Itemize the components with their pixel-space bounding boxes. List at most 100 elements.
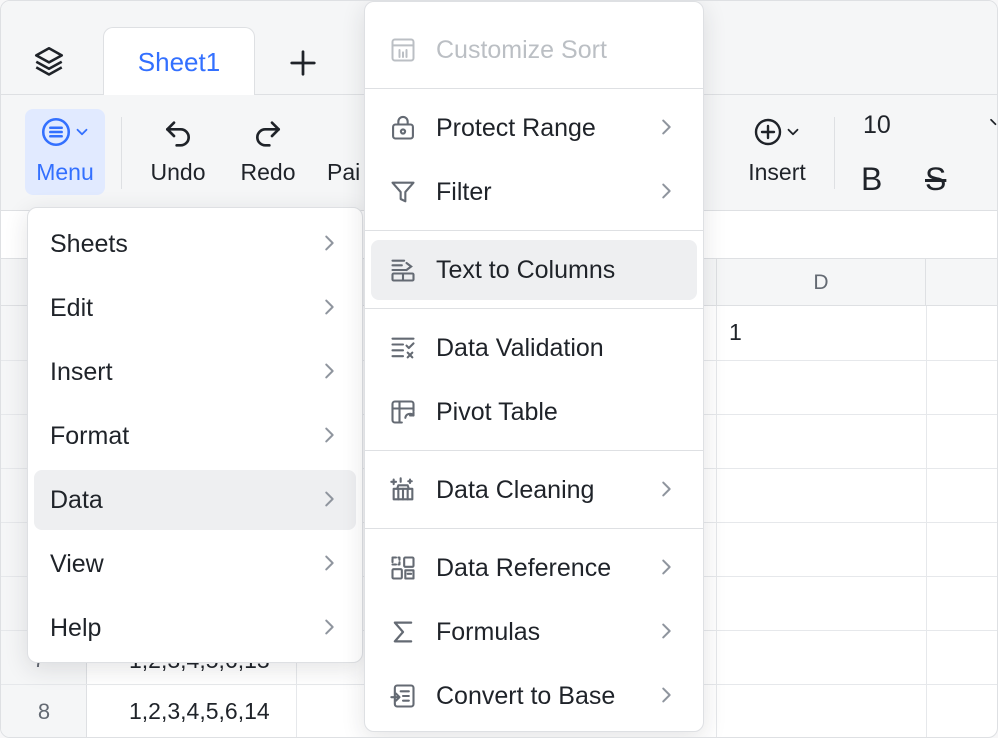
menu-item-label: Edit <box>50 293 94 322</box>
grid-col-line <box>716 306 717 737</box>
submenu-item-label: Formulas <box>436 617 541 646</box>
cell-d1[interactable]: 1 <box>729 319 742 346</box>
chevron-right-icon <box>325 555 334 571</box>
submenu-item-label: Filter <box>436 177 492 206</box>
data-cleaning-icon <box>390 477 414 501</box>
submenu-item-formulas[interactable]: Formulas <box>371 602 697 662</box>
pivot-table-icon <box>391 400 415 424</box>
data-validation-icon <box>391 337 415 359</box>
menu-divider <box>365 230 703 231</box>
submenu-item-pivot-table[interactable]: Pivot Table <box>371 382 697 442</box>
sigma-icon <box>393 621 413 643</box>
chevron-down-icon <box>76 128 88 136</box>
undo-icon <box>166 121 190 147</box>
toolbar-divider <box>121 117 122 189</box>
submenu-item-data-cleaning[interactable]: Data Cleaning <box>371 460 697 520</box>
tab-sheet1[interactable]: Sheet1 <box>103 27 255 96</box>
data-submenu: Customize Sort Protect Range Filter Text… <box>364 1 704 732</box>
submenu-item-label: Convert to Base <box>436 681 616 710</box>
submenu-item-convert-to-base[interactable]: Convert to Base <box>371 666 697 726</box>
format-painter-label: Pai <box>327 159 361 185</box>
insert-label: Insert <box>748 159 806 185</box>
sheet-list-button[interactable] <box>29 41 69 81</box>
menu-item-format[interactable]: Format <box>34 406 356 466</box>
chevron-right-icon <box>325 363 334 379</box>
lock-icon <box>392 115 414 140</box>
menu-item-label: Insert <box>50 357 113 386</box>
chevron-right-icon <box>662 687 671 703</box>
menu-item-label: View <box>50 549 104 578</box>
main-menu: Sheets Edit Insert Format Data View Help <box>27 207 363 663</box>
tab-sheet1-label: Sheet1 <box>137 46 221 77</box>
submenu-item-label: Pivot Table <box>436 397 558 426</box>
chevron-right-icon <box>325 427 334 443</box>
row-header-8-label: 8 <box>37 699 51 724</box>
format-painter-button[interactable]: Pai <box>327 109 367 195</box>
submenu-item-label: Data Cleaning <box>436 475 595 504</box>
customize-sort-icon <box>391 38 415 62</box>
insert-button[interactable]: Insert <box>741 109 813 195</box>
submenu-item-label: Protect Range <box>436 113 596 142</box>
chevron-down-icon[interactable] <box>987 113 998 131</box>
circle-plus-icon <box>754 118 782 146</box>
redo-icon <box>256 121 280 147</box>
menu-item-data[interactable]: Data <box>34 470 356 530</box>
data-reference-icon <box>391 556 415 580</box>
layers-icon <box>34 46 64 76</box>
submenu-item-text-to-columns[interactable]: Text to Columns <box>371 240 697 300</box>
menu-button[interactable]: Menu <box>25 109 105 195</box>
bold-button[interactable]: B <box>861 161 882 198</box>
menu-item-edit[interactable]: Edit <box>34 278 356 338</box>
chevron-right-icon <box>662 183 671 199</box>
menu-divider <box>365 88 703 89</box>
strikethrough-button[interactable]: S <box>925 161 946 198</box>
column-header-d[interactable]: D <box>716 259 926 306</box>
menu-item-label: Data <box>50 485 103 514</box>
submenu-item-filter[interactable]: Filter <box>371 162 697 222</box>
submenu-item-label: Customize Sort <box>436 35 607 64</box>
chevron-right-icon <box>662 119 671 135</box>
chevron-right-icon <box>325 235 334 251</box>
convert-to-base-icon <box>390 684 415 708</box>
chevron-right-icon <box>325 491 334 507</box>
submenu-item-label: Data Validation <box>436 333 604 362</box>
redo-label: Redo <box>240 159 296 185</box>
menu-item-view[interactable]: View <box>34 534 356 594</box>
submenu-item-protect-range[interactable]: Protect Range <box>371 98 697 158</box>
toolbar-divider <box>834 117 835 189</box>
submenu-item-customize-sort[interactable]: Customize Sort <box>371 20 697 80</box>
menu-item-insert[interactable]: Insert <box>34 342 356 402</box>
undo-button[interactable]: Undo <box>145 109 211 195</box>
font-size-select[interactable]: 10 <box>863 111 891 140</box>
spreadsheet-window: Sheet1 Menu Undo Redo Pai Insert 10 B S … <box>0 0 998 738</box>
menu-divider <box>365 308 703 309</box>
redo-button[interactable]: Redo <box>237 109 299 195</box>
undo-label: Undo <box>150 159 206 185</box>
text-to-columns-icon <box>391 259 415 282</box>
row-header-8[interactable]: 8 <box>1 687 87 737</box>
menu-list-icon <box>41 117 71 147</box>
menu-divider <box>365 450 703 451</box>
menu-item-label: Help <box>50 613 102 642</box>
grid-col-line <box>926 306 927 737</box>
plus-icon <box>290 50 316 76</box>
chevron-right-icon <box>662 481 671 497</box>
menu-button-label: Menu <box>36 159 94 185</box>
menu-item-label: Sheets <box>50 229 128 258</box>
chevron-right-icon <box>325 619 334 635</box>
menu-item-help[interactable]: Help <box>34 598 356 658</box>
chevron-right-icon <box>662 623 671 639</box>
filter-icon <box>391 181 415 203</box>
chevron-down-icon <box>787 128 799 136</box>
menu-divider <box>365 528 703 529</box>
submenu-item-label: Data Reference <box>436 553 612 582</box>
menu-item-label: Format <box>50 421 130 450</box>
menu-item-sheets[interactable]: Sheets <box>34 214 356 274</box>
cell-b8[interactable]: 1,2,3,4,5,6,14 <box>129 698 270 725</box>
chevron-right-icon <box>325 299 334 315</box>
chevron-right-icon <box>662 559 671 575</box>
column-header-d-label: D <box>813 270 829 294</box>
add-sheet-button[interactable] <box>281 41 325 85</box>
submenu-item-data-validation[interactable]: Data Validation <box>371 318 697 378</box>
submenu-item-data-reference[interactable]: Data Reference <box>371 538 697 598</box>
